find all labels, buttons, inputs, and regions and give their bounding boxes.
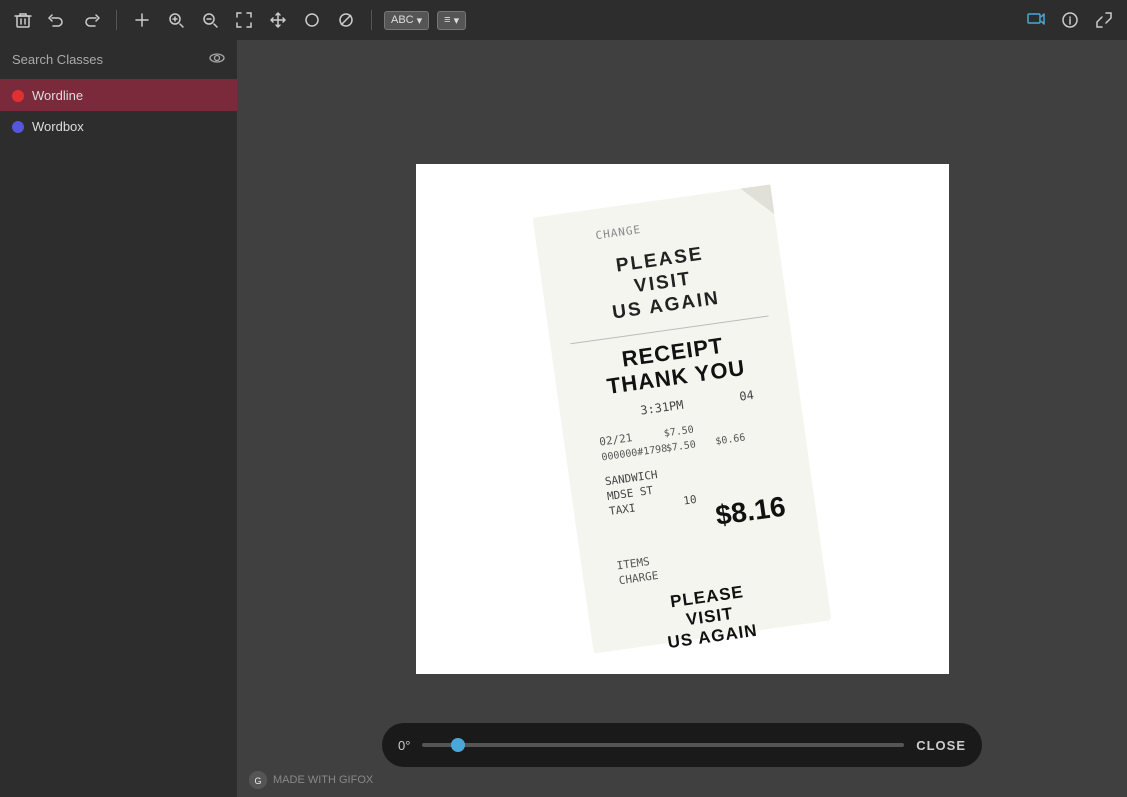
wordbox-label: Wordbox bbox=[32, 119, 84, 134]
circle-tool[interactable] bbox=[299, 7, 325, 33]
search-classes-input[interactable] bbox=[12, 52, 209, 67]
receipt-image: CHANGE PLEASE VISIT US AGAIN RECEIPT THA… bbox=[416, 164, 949, 674]
expand-icon[interactable] bbox=[1091, 7, 1117, 33]
branding-text: MADE WITH GIFOX bbox=[273, 774, 373, 786]
redo-tool[interactable] bbox=[78, 7, 104, 33]
svg-text:G: G bbox=[254, 776, 261, 786]
sidebar: Wordline Wordbox bbox=[0, 40, 237, 797]
abc-label: ABC bbox=[391, 14, 414, 26]
wordline-dot bbox=[12, 90, 24, 102]
zoom-out-tool[interactable] bbox=[197, 7, 223, 33]
angle-label: 0° bbox=[398, 738, 410, 753]
separator-2 bbox=[371, 10, 372, 30]
lines-badge[interactable]: ≡ ▾ bbox=[437, 11, 466, 30]
move-tool[interactable] bbox=[265, 7, 291, 33]
branding: G MADE WITH GIFOX bbox=[249, 771, 373, 789]
gifox-logo: G bbox=[249, 771, 267, 789]
block-tool[interactable] bbox=[333, 7, 359, 33]
main-area: Wordline Wordbox CHANGE bbox=[0, 40, 1127, 797]
abc-badge[interactable]: ABC ▾ bbox=[384, 11, 429, 30]
delete-tool[interactable] bbox=[10, 7, 36, 33]
add-tool[interactable] bbox=[129, 7, 155, 33]
lines-icon: ≡ bbox=[444, 14, 450, 26]
undo-tool[interactable] bbox=[44, 7, 70, 33]
angle-slider-track[interactable] bbox=[422, 743, 904, 747]
class-item-wordline[interactable]: Wordline bbox=[0, 80, 237, 111]
zoom-in-tool[interactable] bbox=[163, 7, 189, 33]
screen-icon[interactable] bbox=[1023, 7, 1049, 33]
canvas-area: CHANGE PLEASE VISIT US AGAIN RECEIPT THA… bbox=[237, 40, 1127, 797]
wordline-label: Wordline bbox=[32, 88, 83, 103]
search-classes-row bbox=[0, 40, 237, 80]
bottom-bar: 0° CLOSE bbox=[382, 723, 982, 767]
class-item-wordbox[interactable]: Wordbox bbox=[0, 111, 237, 142]
close-button[interactable]: CLOSE bbox=[916, 738, 966, 753]
angle-slider-thumb[interactable] bbox=[451, 738, 465, 752]
fit-tool[interactable] bbox=[231, 7, 257, 33]
separator-1 bbox=[116, 10, 117, 30]
image-container: CHANGE PLEASE VISIT US AGAIN RECEIPT THA… bbox=[416, 164, 949, 674]
info-icon[interactable] bbox=[1057, 7, 1083, 33]
badge-dropdown-icon: ▾ bbox=[417, 14, 423, 27]
eye-icon[interactable] bbox=[209, 50, 225, 69]
toolbar: ABC ▾ ≡ ▾ bbox=[0, 0, 1127, 40]
wordbox-dot bbox=[12, 121, 24, 133]
svg-text:04: 04 bbox=[738, 387, 754, 403]
lines-dropdown-icon: ▾ bbox=[454, 14, 460, 27]
svg-text:10: 10 bbox=[682, 492, 697, 507]
